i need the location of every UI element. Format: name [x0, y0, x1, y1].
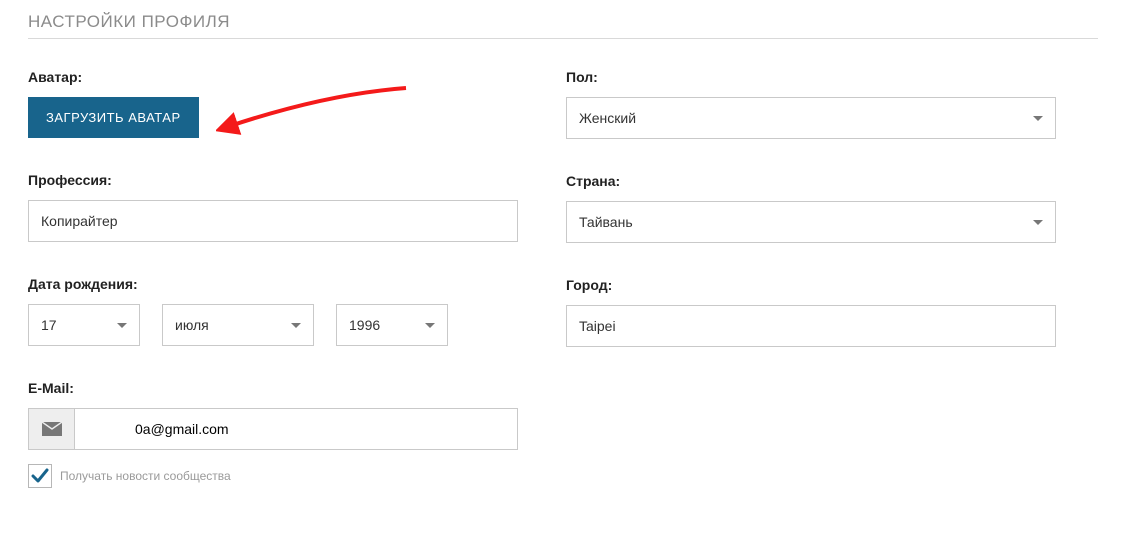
mail-icon — [28, 408, 74, 450]
dob-year-value: 1996 — [349, 317, 380, 333]
upload-avatar-button[interactable]: ЗАГРУЗИТЬ АВАТАР — [28, 97, 199, 138]
profession-label: Профессия: — [28, 172, 518, 188]
newsletter-label: Получать новости сообщества — [60, 469, 231, 483]
dob-day-select[interactable]: 17 — [28, 304, 140, 346]
chevron-down-icon — [291, 323, 301, 328]
city-block: Город: — [566, 277, 1056, 347]
gender-value: Женский — [579, 110, 636, 126]
gender-block: Пол: Женский — [566, 69, 1056, 139]
city-input[interactable] — [566, 305, 1056, 347]
chevron-down-icon — [425, 323, 435, 328]
dob-day-value: 17 — [41, 317, 57, 333]
page-title: НАСТРОЙКИ ПРОФИЛЯ — [28, 12, 1098, 32]
gender-label: Пол: — [566, 69, 1056, 85]
email-input[interactable] — [74, 408, 518, 450]
dob-label: Дата рождения: — [28, 276, 518, 292]
gender-select[interactable]: Женский — [566, 97, 1056, 139]
city-label: Город: — [566, 277, 1056, 293]
dob-month-value: июля — [175, 317, 209, 333]
newsletter-checkbox[interactable] — [28, 464, 52, 488]
email-block: E-Mail: Получать новости сообщества — [28, 380, 518, 488]
country-select[interactable]: Тайвань — [566, 201, 1056, 243]
chevron-down-icon — [117, 323, 127, 328]
avatar-label: Аватар: — [28, 69, 518, 85]
dob-month-select[interactable]: июля — [162, 304, 314, 346]
dob-year-select[interactable]: 1996 — [336, 304, 448, 346]
chevron-down-icon — [1033, 116, 1043, 121]
email-label: E-Mail: — [28, 380, 518, 396]
avatar-block: Аватар: ЗАГРУЗИТЬ АВАТАР — [28, 69, 518, 138]
country-block: Страна: Тайвань — [566, 173, 1056, 243]
divider — [28, 38, 1098, 39]
chevron-down-icon — [1033, 220, 1043, 225]
country-label: Страна: — [566, 173, 1056, 189]
country-value: Тайвань — [579, 214, 633, 230]
dob-block: Дата рождения: 17 июля 1996 — [28, 276, 518, 346]
profession-input[interactable] — [28, 200, 518, 242]
profession-block: Профессия: — [28, 172, 518, 242]
